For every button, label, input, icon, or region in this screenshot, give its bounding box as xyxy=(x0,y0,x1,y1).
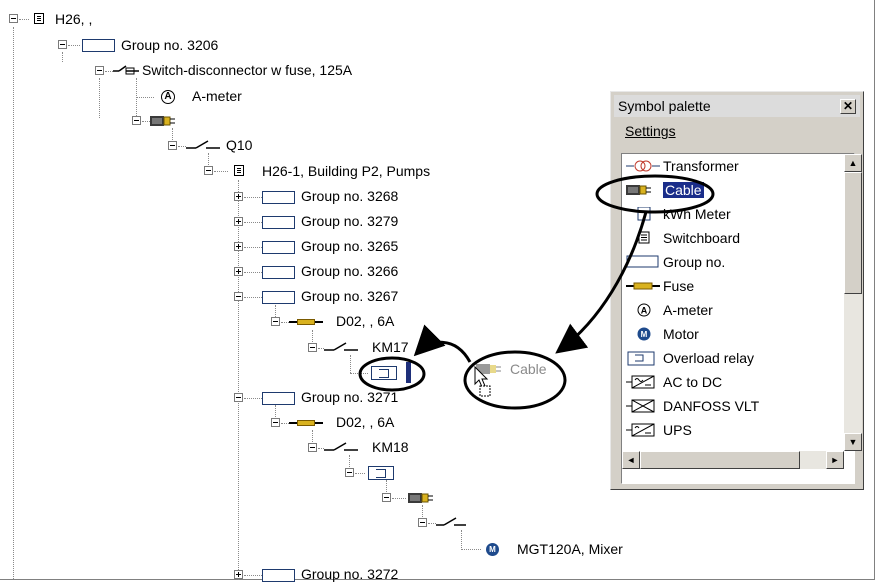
callout-ellipse-palette-cable xyxy=(595,174,715,214)
callout-ellipse-drag-ghost xyxy=(463,350,567,410)
annotation-overlay xyxy=(358,174,715,410)
callout-arrow-palette-to-ghost xyxy=(555,211,648,354)
tree-view[interactable]: H26, , Group no. 3206 Switch-disconnecto… xyxy=(0,0,876,582)
callout-ellipse-drop-target xyxy=(358,356,426,392)
callout-arrow-ghost-to-target xyxy=(413,324,472,363)
